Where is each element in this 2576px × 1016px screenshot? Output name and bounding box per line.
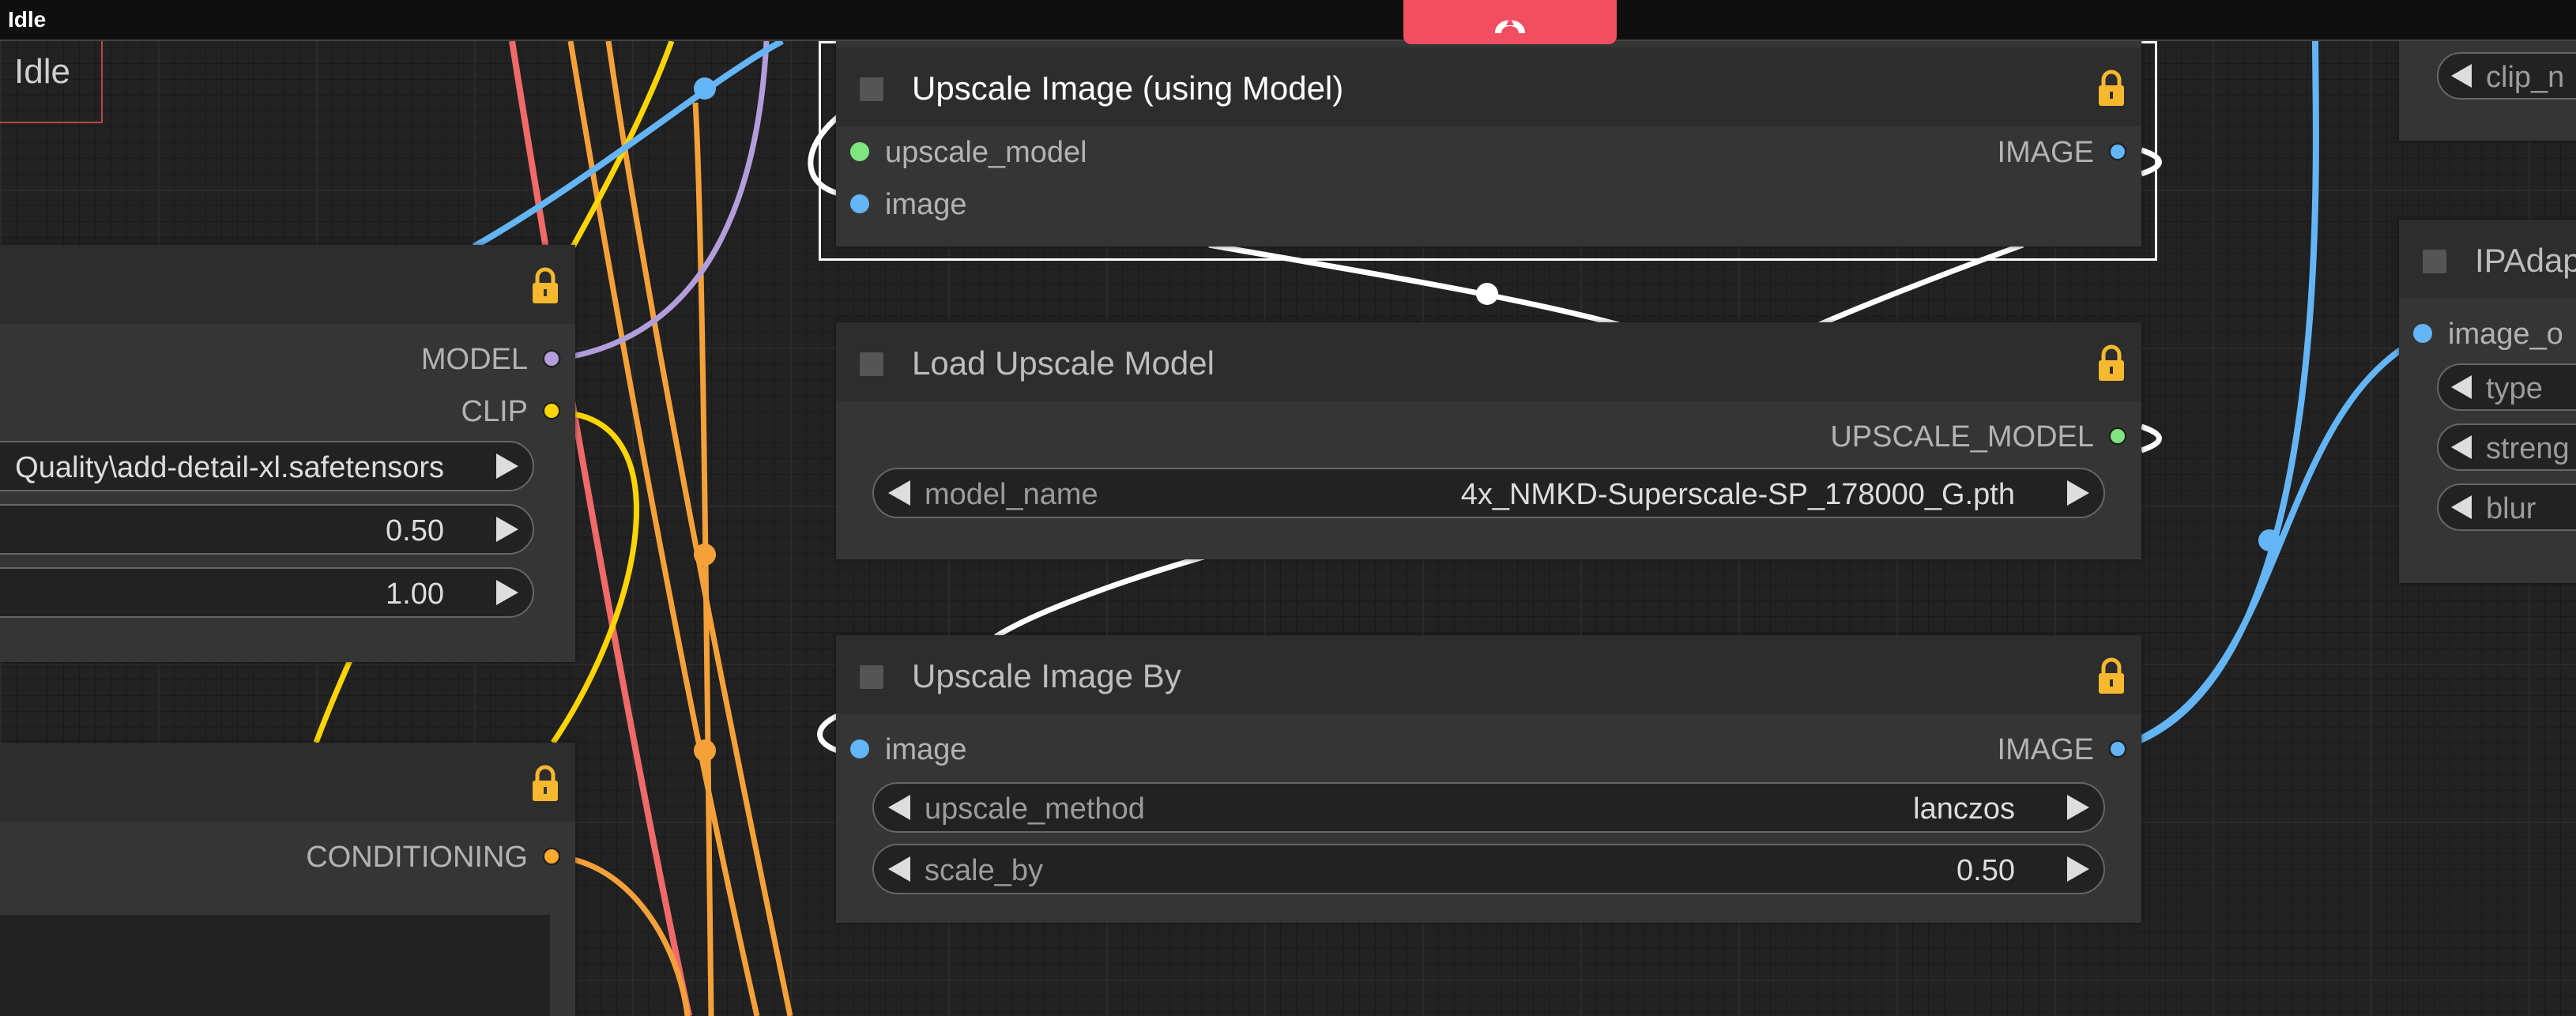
wire-white-5 bbox=[2140, 423, 2162, 453]
status-text: Idle bbox=[14, 52, 70, 91]
right-top-node[interactable]: clip_n bbox=[2399, 40, 2576, 141]
output-model[interactable]: MODEL bbox=[421, 343, 575, 377]
node-title: Upscale Image By bbox=[912, 657, 1181, 694]
lock-icon[interactable] bbox=[529, 267, 561, 305]
slot-dot[interactable] bbox=[850, 194, 869, 213]
node-title: IPAdap bbox=[2475, 242, 2576, 279]
slot-dot[interactable] bbox=[2108, 739, 2127, 758]
arrow-left-icon[interactable] bbox=[888, 480, 910, 506]
collapse-toggle[interactable] bbox=[860, 665, 883, 689]
node-header[interactable] bbox=[0, 743, 575, 822]
wire-midpoint bbox=[694, 739, 716, 762]
collapse-toggle[interactable] bbox=[2423, 250, 2446, 273]
arrow-right-icon[interactable] bbox=[2067, 480, 2089, 506]
upscale-image-by-node[interactable]: Upscale Image By image IMAGE upscale_met… bbox=[836, 635, 2141, 923]
node-header[interactable]: Load Upscale Model bbox=[836, 322, 2141, 401]
slot-dot[interactable] bbox=[2108, 142, 2127, 161]
input-image[interactable]: image bbox=[836, 188, 967, 222]
slot-dot[interactable] bbox=[2413, 324, 2432, 343]
lock-icon[interactable] bbox=[2096, 70, 2127, 107]
node-header[interactable] bbox=[0, 245, 575, 324]
load-upscale-model-node[interactable]: Load Upscale Model UPSCALE_MODEL model_n… bbox=[836, 322, 2141, 559]
lock-icon[interactable] bbox=[2096, 657, 2127, 695]
wire-midpoint bbox=[2258, 529, 2280, 551]
arrow-right-icon[interactable] bbox=[496, 580, 518, 605]
lora-name-combo[interactable]: Quality\add-detail-xl.safetensors bbox=[0, 441, 534, 491]
input-image[interactable]: image_o bbox=[2399, 318, 2563, 352]
slot-dot[interactable] bbox=[2108, 427, 2127, 446]
wire-white-7 bbox=[817, 713, 839, 754]
wire-image-blue bbox=[473, 38, 784, 250]
type-combo[interactable]: type bbox=[2437, 363, 2576, 411]
window-titlebar: Idle bbox=[0, 0, 2576, 41]
arrow-left-icon[interactable] bbox=[888, 856, 910, 882]
output-upscale-model[interactable]: UPSCALE_MODEL bbox=[1830, 420, 2141, 454]
node-header[interactable]: IPAdap bbox=[2399, 220, 2576, 299]
arrow-left-icon[interactable] bbox=[2451, 64, 2472, 88]
slot-dot[interactable] bbox=[850, 142, 869, 161]
queue-tab-button[interactable] bbox=[1403, 0, 1617, 44]
wire-midpoint bbox=[694, 544, 716, 566]
lock-icon[interactable] bbox=[529, 765, 561, 803]
clip-name-combo[interactable]: clip_n bbox=[2437, 52, 2576, 100]
strength-number[interactable]: streng bbox=[2437, 423, 2576, 471]
node-header[interactable]: Upscale Image (using Model) bbox=[836, 47, 2141, 126]
output-clip[interactable]: CLIP bbox=[461, 395, 575, 429]
strength-clip-number[interactable]: 1.00 bbox=[0, 567, 534, 618]
arrow-left-icon[interactable] bbox=[2451, 495, 2472, 519]
node-title: Load Upscale Model bbox=[912, 344, 1215, 382]
ipadapter-node[interactable]: IPAdap image_o type streng blur bbox=[2399, 220, 2576, 583]
blur-number[interactable]: blur bbox=[2437, 484, 2576, 531]
node-header[interactable]: Upscale Image By bbox=[836, 635, 2141, 714]
arrow-right-icon[interactable] bbox=[2067, 856, 2089, 882]
collapse-toggle[interactable] bbox=[860, 352, 883, 376]
status-overlay: Idle bbox=[0, 41, 103, 123]
slot-dot[interactable] bbox=[850, 739, 869, 758]
lora-loader-node[interactable]: MODEL CLIP Quality\add-detail-xl.safeten… bbox=[0, 245, 575, 662]
prompt-textarea[interactable] bbox=[0, 915, 550, 1016]
scale-by-number[interactable]: scale_by 0.50 bbox=[872, 844, 2105, 894]
wire-midpoint bbox=[1476, 283, 1498, 305]
model-name-combo[interactable]: model_name 4x_NMKD-Superscale-SP_178000_… bbox=[872, 468, 2105, 518]
comfy-logo-icon bbox=[1495, 17, 1525, 33]
arrow-right-icon[interactable] bbox=[496, 517, 518, 542]
strength-model-number[interactable]: 0.50 bbox=[0, 504, 534, 555]
arrow-right-icon[interactable] bbox=[2067, 795, 2089, 820]
arrow-left-icon[interactable] bbox=[2451, 375, 2472, 399]
lock-icon[interactable] bbox=[2096, 344, 2127, 382]
arrow-left-icon[interactable] bbox=[888, 795, 910, 820]
arrow-right-icon[interactable] bbox=[496, 453, 518, 479]
output-image[interactable]: IMAGE bbox=[1998, 136, 2141, 170]
node-title: Upscale Image (using Model) bbox=[912, 70, 1344, 107]
input-upscale-model[interactable]: upscale_model bbox=[836, 136, 1087, 170]
upscale-with-model-node[interactable]: Upscale Image (using Model) upscale_mode… bbox=[836, 40, 2141, 246]
output-image[interactable]: IMAGE bbox=[1998, 733, 2141, 767]
window-title: Idle bbox=[8, 7, 47, 32]
wire-white-6 bbox=[994, 550, 1218, 639]
slot-dot[interactable] bbox=[542, 847, 561, 866]
collapse-toggle[interactable] bbox=[860, 77, 883, 101]
wire-model bbox=[552, 40, 770, 363]
text-encode-node[interactable]: CONDITIONING bbox=[0, 743, 575, 1016]
upscale-method-combo[interactable]: upscale_method lanczos bbox=[872, 782, 2105, 833]
slot-dot[interactable] bbox=[542, 401, 561, 420]
output-conditioning[interactable]: CONDITIONING bbox=[306, 841, 575, 875]
input-image[interactable]: image bbox=[836, 733, 967, 767]
wire-midpoint bbox=[694, 77, 716, 100]
slot-dot[interactable] bbox=[542, 349, 561, 368]
arrow-left-icon[interactable] bbox=[2451, 435, 2472, 459]
